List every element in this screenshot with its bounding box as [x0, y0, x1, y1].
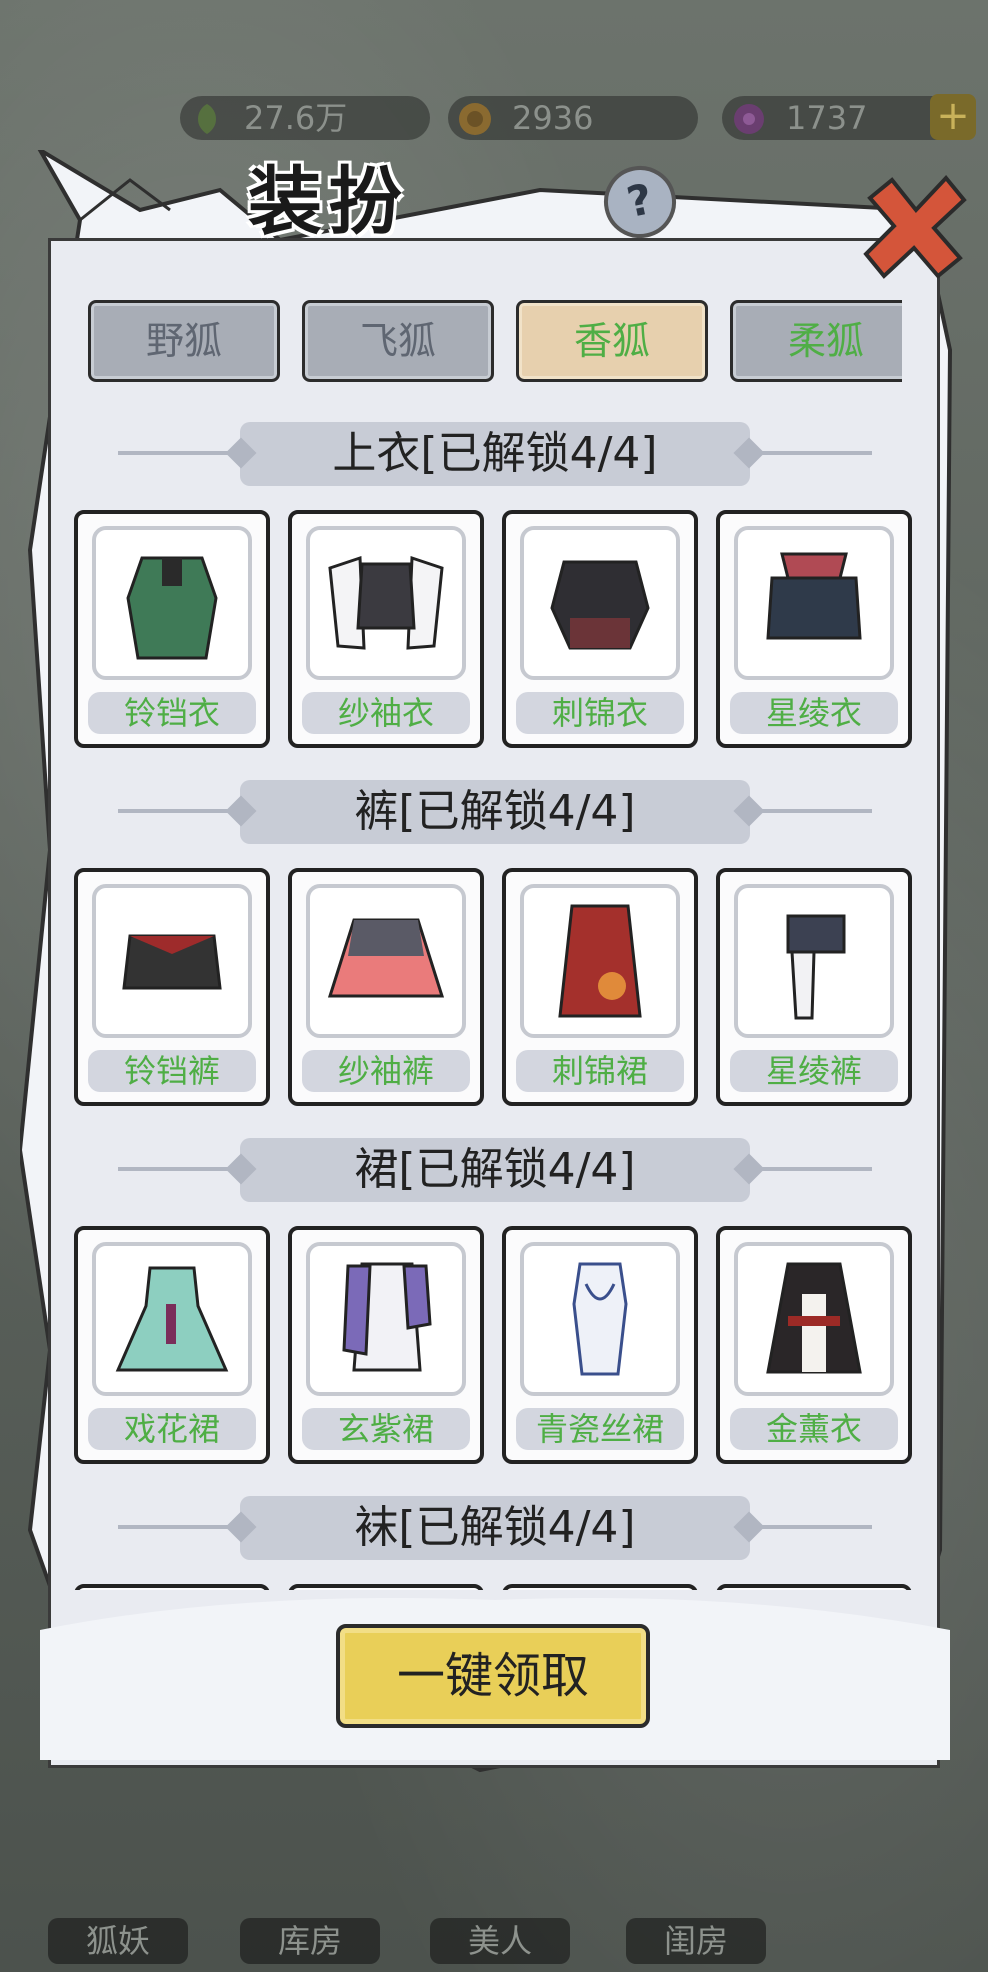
outfit-card[interactable]: 纱袖裤 [288, 868, 484, 1106]
outfit-image [520, 526, 680, 680]
outfit-name: 金薰衣 [730, 1408, 898, 1450]
outfit-card[interactable]: 金薰衣 [716, 1226, 912, 1464]
outfit-name: 纱袖衣 [302, 692, 470, 734]
outfit-name: 星绫衣 [730, 692, 898, 734]
outfit-name: 星绫裤 [730, 1050, 898, 1092]
outfit-card[interactable]: 铃铛衣 [74, 510, 270, 748]
outfit-name: 铃铛裤 [88, 1050, 256, 1092]
sleeve-top-icon [328, 555, 444, 650]
outfit-card[interactable]: 刺锦衣 [502, 510, 698, 748]
claim-all-button[interactable]: 一键领取 [336, 1624, 650, 1728]
outfit-image [92, 526, 252, 680]
outfit-card[interactable]: 戏花裙 [74, 1226, 270, 1464]
flower-dress-icon [115, 1266, 229, 1372]
outfit-image [734, 526, 894, 680]
outfit-card[interactable]: 星绫衣 [716, 510, 912, 748]
outfit-name: 刺锦裙 [516, 1050, 684, 1092]
outfit-image [520, 1242, 680, 1396]
outfit-name: 刺锦衣 [516, 692, 684, 734]
tab-wild-fox[interactable]: 野狐 [88, 300, 280, 382]
coin-value: 2936 [512, 99, 594, 137]
leaf-icon [197, 104, 217, 134]
star-top-icon [766, 552, 862, 640]
outfit-image [92, 1242, 252, 1396]
outfit-card[interactable]: 星绫裤 [716, 868, 912, 1106]
outfit-name: 戏花裙 [88, 1408, 256, 1450]
gem-resource: 1737 + [722, 94, 976, 140]
section-title: 袜[已解锁4/4] [354, 1502, 636, 1553]
section-header-socks: 袜[已解锁4/4] [70, 1492, 920, 1564]
outfit-card[interactable]: 铃铛裤 [74, 868, 270, 1106]
tab-gentle-fox[interactable]: 柔狐 [730, 300, 902, 382]
star-pants-icon [786, 914, 846, 1020]
leaf-resource: 27.6万 [180, 96, 430, 140]
section-title: 裙[已解锁4/4] [354, 1144, 636, 1195]
tab-fragrant-fox[interactable]: 香狐 [516, 300, 708, 382]
nav-boudoir[interactable]: 闺房 [626, 1918, 766, 1964]
outfit-name: 铃铛衣 [88, 692, 256, 734]
character-tabs: 野狐 飞狐 香狐 柔狐 [88, 300, 902, 386]
outfit-name: 玄紫裙 [302, 1408, 470, 1450]
outfit-image [306, 884, 466, 1038]
outfit-card[interactable]: 青瓷丝裙 [502, 1226, 698, 1464]
outfit-image [92, 884, 252, 1038]
brocade-skirt-icon [558, 904, 642, 1018]
gauze-pants-icon [327, 918, 445, 998]
leaf-value: 27.6万 [244, 99, 348, 137]
coin-resource: 2936 [448, 96, 698, 140]
tab-flying-fox[interactable]: 飞狐 [302, 300, 494, 382]
gold-robe-icon [766, 1262, 862, 1374]
bell-pants-icon [122, 934, 222, 990]
section-header-tops: 上衣[已解锁4/4] [70, 418, 920, 490]
nav-storage[interactable]: 库房 [240, 1918, 380, 1964]
outfit-name: 纱袖裤 [302, 1050, 470, 1092]
green-jacket-icon [126, 556, 218, 660]
outfit-card[interactable]: 刺锦裙 [502, 868, 698, 1106]
gem-value: 1737 [786, 99, 868, 137]
brocade-top-icon [550, 560, 650, 650]
window-title: 装扮 [248, 159, 408, 245]
section-header-pants: 裤[已解锁4/4] [70, 776, 920, 848]
outfit-card[interactable]: 纱袖衣 [288, 510, 484, 748]
add-gem-button[interactable]: + [930, 94, 976, 140]
section-title: 裤[已解锁4/4] [354, 786, 636, 837]
coin-icon [459, 103, 491, 135]
porcelain-dress-icon [572, 1262, 628, 1376]
outfit-image [306, 526, 466, 680]
section-header-dresses: 裙[已解锁4/4] [70, 1134, 920, 1206]
nav-fox[interactable]: 狐妖 [48, 1918, 188, 1964]
close-icon[interactable] [860, 172, 970, 282]
outfit-image [306, 1242, 466, 1396]
outfit-image [734, 884, 894, 1038]
outfit-image [734, 1242, 894, 1396]
outfit-card[interactable]: 玄紫裙 [288, 1226, 484, 1464]
nav-beauty[interactable]: 美人 [430, 1918, 570, 1964]
outfit-image [520, 884, 680, 1038]
outfit-list[interactable]: 上衣[已解锁4/4] 铃铛衣 纱袖衣 刺锦衣 星绫衣 裤[已解锁4/4] 铃铛裤 [70, 410, 920, 1590]
purple-dress-icon [342, 1262, 432, 1372]
outfit-name: 青瓷丝裙 [516, 1408, 684, 1450]
gem-icon [734, 104, 764, 134]
section-title: 上衣[已解锁4/4] [332, 428, 658, 479]
